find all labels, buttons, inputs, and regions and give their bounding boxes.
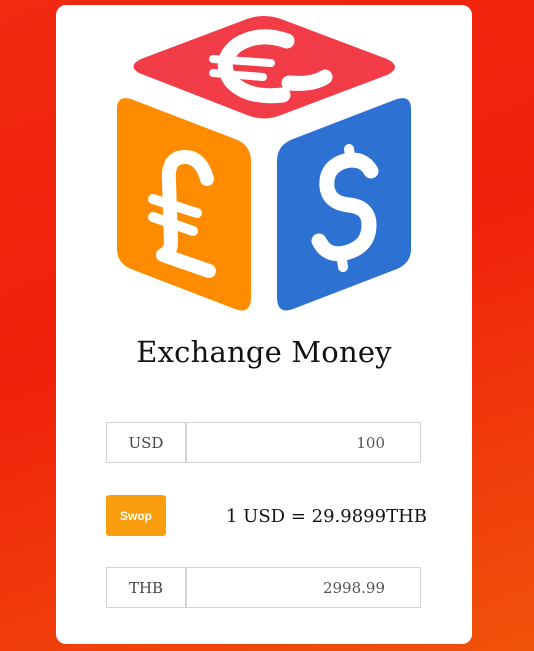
swap-button[interactable]: Swop (106, 495, 166, 536)
euro-face (133, 16, 395, 119)
currency-cube-logo (117, 16, 411, 311)
exchange-rate-text: 1 USD = 29.9899THB (226, 506, 427, 527)
from-currency-row: USD 100 (106, 422, 422, 464)
from-currency-select[interactable]: USD (106, 422, 186, 463)
dollar-face (277, 98, 411, 311)
to-amount-input[interactable]: 2998.99 (186, 567, 421, 608)
from-amount-input[interactable]: 100 (186, 422, 421, 463)
to-currency-row: THB 2998.99 (106, 567, 422, 609)
page-title: Exchange Money (136, 335, 392, 369)
to-currency-select[interactable]: THB (106, 567, 186, 608)
exchange-card: Exchange Money USD 100 Swop 1 USD = 29.9… (56, 5, 472, 644)
pound-face (117, 98, 251, 311)
